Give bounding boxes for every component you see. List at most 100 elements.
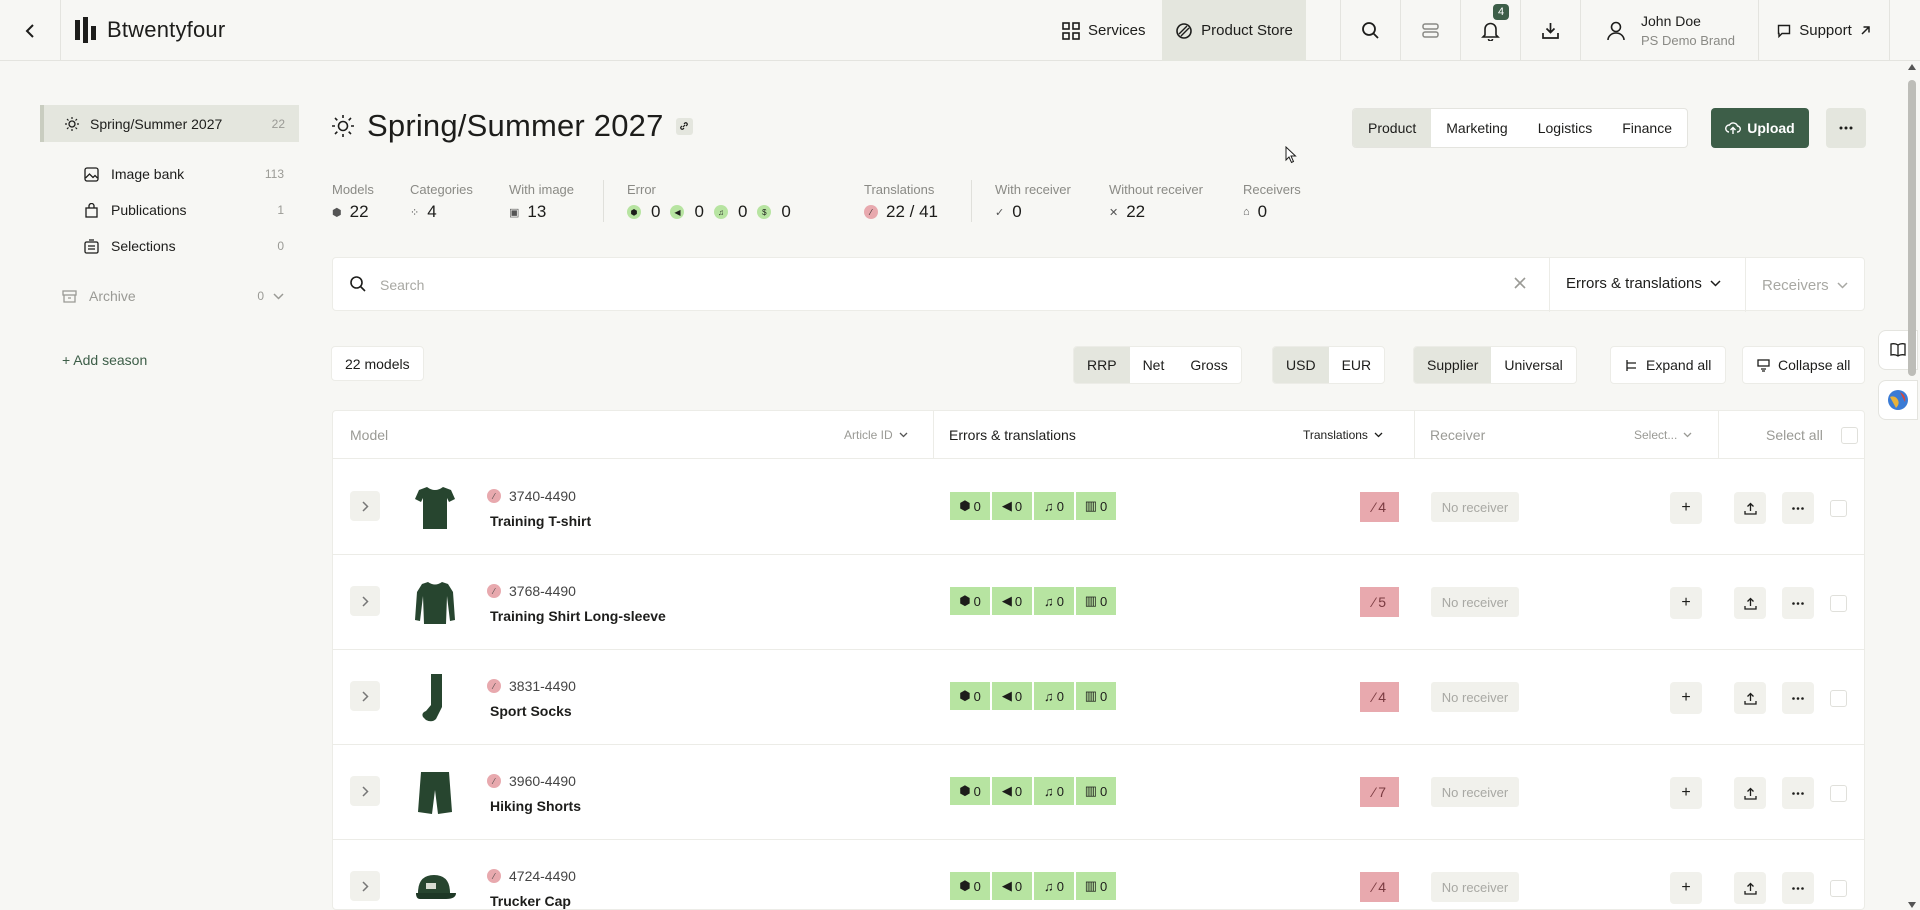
table-row[interactable]: ⁄ 4724-4490 Trucker Cap ⬢ 0 ◀ 0 ♫ 0 ▥ 0 ⁄ 4 No…	[333, 840, 1864, 909]
brand-logo[interactable]: Btwentyfour	[75, 17, 225, 43]
marketing-error-chip[interactable]: ◀ 0	[992, 587, 1032, 615]
marketing-error-chip[interactable]: ◀ 0	[992, 682, 1032, 710]
product-error-chip[interactable]: ⬢ 0	[950, 872, 990, 900]
row-upload-button[interactable]	[1734, 587, 1766, 619]
upload-button[interactable]: Upload	[1711, 108, 1809, 148]
back-button[interactable]	[0, 0, 61, 61]
tab-product[interactable]: Product	[1353, 109, 1432, 147]
header-article-id-sort[interactable]: Article ID	[844, 428, 908, 442]
row-expand-button[interactable]	[350, 586, 380, 616]
marketing-error-chip[interactable]: ◀ 0	[992, 492, 1032, 520]
page-scrollbar[interactable]	[1908, 62, 1916, 910]
translation-chip[interactable]: ⁄ 7	[1360, 777, 1399, 807]
row-more-button[interactable]	[1782, 587, 1814, 619]
product-error-chip[interactable]: ⬢ 0	[950, 587, 990, 615]
expand-all-button[interactable]: Expand all	[1610, 346, 1727, 384]
sidebar-item-image-bank[interactable]: Image bank 113	[84, 162, 284, 186]
add-receiver-button[interactable]: +	[1670, 492, 1702, 524]
row-more-button[interactable]	[1782, 682, 1814, 714]
search-button[interactable]	[1340, 0, 1400, 61]
receiver-chip[interactable]: No receiver	[1431, 492, 1519, 522]
row-more-button[interactable]	[1782, 492, 1814, 524]
price-option-net[interactable]: Net	[1130, 347, 1178, 383]
download-button[interactable]	[1520, 0, 1580, 61]
receiver-chip[interactable]: No receiver	[1431, 872, 1519, 902]
finance-error-chip[interactable]: ▥ 0	[1076, 492, 1116, 520]
price-option-gross[interactable]: Gross	[1177, 347, 1240, 383]
finance-error-chip[interactable]: ▥ 0	[1076, 587, 1116, 615]
table-row[interactable]: ⁄ 3740-4490 Training T-shirt ⬢ 0 ◀ 0 ♫ 0 ▥ 0 …	[333, 460, 1864, 555]
finance-error-chip[interactable]: ▥ 0	[1076, 777, 1116, 805]
marketing-error-chip[interactable]: ◀ 0	[992, 777, 1032, 805]
receiver-chip[interactable]: No receiver	[1431, 682, 1519, 712]
notifications-button[interactable]: 4	[1460, 0, 1520, 61]
filter-errors-translations[interactable]: Errors & translations	[1566, 275, 1721, 292]
finance-error-chip[interactable]: ▥ 0	[1076, 872, 1116, 900]
logistics-error-chip[interactable]: ♫ 0	[1034, 587, 1074, 615]
row-more-button[interactable]	[1782, 872, 1814, 904]
nav-product-store[interactable]: Product Store	[1162, 0, 1306, 61]
translation-chip[interactable]: ⁄ 4	[1360, 872, 1399, 902]
logistics-error-chip[interactable]: ♫ 0	[1034, 682, 1074, 710]
row-checkbox[interactable]	[1830, 880, 1847, 897]
row-expand-button[interactable]	[350, 776, 380, 806]
logistics-error-chip[interactable]: ♫ 0	[1034, 872, 1074, 900]
currency-option-usd[interactable]: USD	[1273, 347, 1329, 383]
filter-receivers[interactable]: Receivers	[1745, 258, 1866, 312]
sidebar-item-selections[interactable]: Selections 0	[84, 234, 284, 258]
collapse-all-button[interactable]: Collapse all	[1742, 346, 1866, 384]
product-error-chip[interactable]: ⬢ 0	[950, 682, 990, 710]
scrollbar-thumb[interactable]	[1908, 80, 1916, 376]
product-error-chip[interactable]: ⬢ 0	[950, 492, 990, 520]
finance-error-chip[interactable]: ▥ 0	[1076, 682, 1116, 710]
row-upload-button[interactable]	[1734, 682, 1766, 714]
product-error-chip[interactable]: ⬢ 0	[950, 777, 990, 805]
tab-finance[interactable]: Finance	[1607, 109, 1687, 147]
sidebar-item-publications[interactable]: Publications 1	[84, 198, 284, 222]
sidebar-archive[interactable]: Archive 0	[62, 288, 286, 304]
support-button[interactable]: Support	[1758, 0, 1890, 61]
close-icon[interactable]	[1513, 276, 1527, 290]
tab-logistics[interactable]: Logistics	[1523, 109, 1607, 147]
table-row[interactable]: ⁄ 3831-4490 Sport Socks ⬢ 0 ◀ 0 ♫ 0 ▥ 0 ⁄ 4 No…	[333, 650, 1864, 745]
copy-link-button[interactable]	[675, 117, 693, 135]
table-row[interactable]: ⁄ 3768-4490 Training Shirt Long-sleeve ⬢ 0…	[333, 555, 1864, 650]
row-checkbox[interactable]	[1830, 500, 1847, 517]
add-receiver-button[interactable]: +	[1670, 682, 1702, 714]
currency-option-eur[interactable]: EUR	[1329, 347, 1385, 383]
translation-chip[interactable]: ⁄ 4	[1360, 682, 1399, 712]
user-menu[interactable]: John Doe PS Demo Brand	[1580, 0, 1758, 61]
select-all-checkbox[interactable]	[1841, 427, 1858, 444]
price-option-rrp[interactable]: RRP	[1074, 347, 1130, 383]
row-upload-button[interactable]	[1734, 492, 1766, 524]
row-expand-button[interactable]	[350, 491, 380, 521]
row-checkbox[interactable]	[1830, 785, 1847, 802]
source-option-universal[interactable]: Universal	[1491, 347, 1575, 383]
add-receiver-button[interactable]: +	[1670, 872, 1702, 904]
receiver-chip[interactable]: No receiver	[1431, 777, 1519, 807]
sidebar-season-active[interactable]: Spring/Summer 2027 22	[40, 105, 299, 142]
tab-marketing[interactable]: Marketing	[1431, 109, 1522, 147]
add-receiver-button[interactable]: +	[1670, 777, 1702, 809]
header-more-button[interactable]	[1826, 108, 1866, 148]
logistics-error-chip[interactable]: ♫ 0	[1034, 492, 1074, 520]
add-receiver-button[interactable]: +	[1670, 587, 1702, 619]
table-row[interactable]: ⁄ 3960-4490 Hiking Shorts ⬢ 0 ◀ 0 ♫ 0 ▥ 0 ⁄ 7 …	[333, 745, 1864, 840]
source-option-supplier[interactable]: Supplier	[1414, 347, 1492, 383]
translation-chip[interactable]: ⁄ 4	[1360, 492, 1399, 522]
logistics-error-chip[interactable]: ♫ 0	[1034, 777, 1074, 805]
row-upload-button[interactable]	[1734, 872, 1766, 904]
translation-chip[interactable]: ⁄ 5	[1360, 587, 1399, 617]
row-more-button[interactable]	[1782, 777, 1814, 809]
nav-services[interactable]: Services	[1062, 0, 1162, 61]
marketing-error-chip[interactable]: ◀ 0	[992, 872, 1032, 900]
row-expand-button[interactable]	[350, 681, 380, 711]
row-expand-button[interactable]	[350, 871, 380, 901]
add-season-button[interactable]: + Add season	[62, 352, 147, 368]
row-checkbox[interactable]	[1830, 595, 1847, 612]
row-upload-button[interactable]	[1734, 777, 1766, 809]
stack-button[interactable]	[1400, 0, 1460, 61]
header-translations-sort[interactable]: Translations	[1303, 428, 1383, 442]
search-input[interactable]	[380, 272, 1510, 298]
row-checkbox[interactable]	[1830, 690, 1847, 707]
